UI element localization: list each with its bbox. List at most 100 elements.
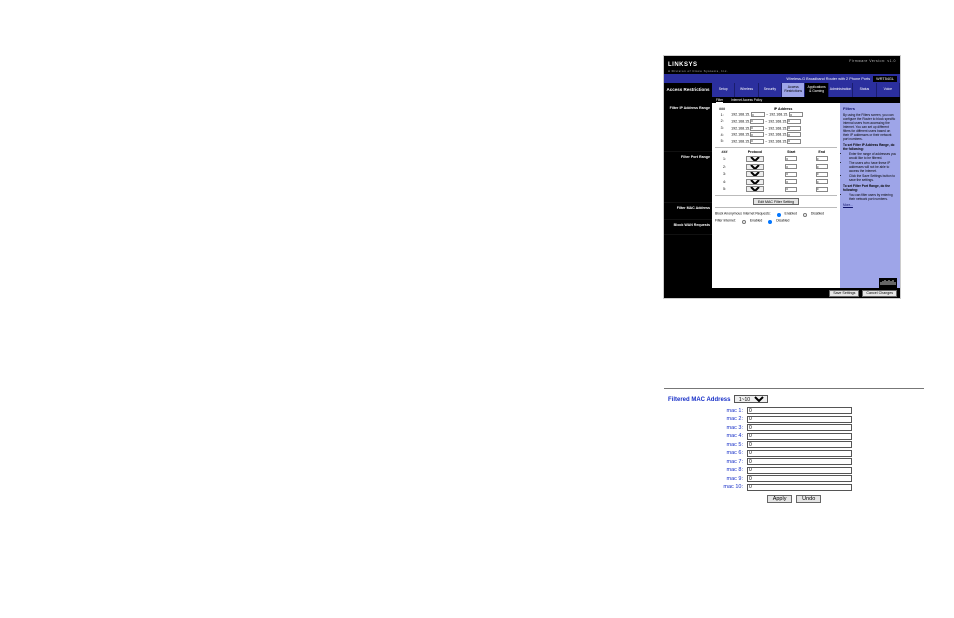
ip-end-input[interactable] [787,126,801,131]
list-item: Click the Save Settings button to save t… [849,174,897,182]
port-start-input[interactable] [785,172,797,177]
protocol-select[interactable]: TCP [746,179,764,185]
ip-end-input[interactable] [787,119,801,124]
label-block-wan: Block WAN Requests [664,220,712,235]
ip-start-input[interactable] [750,132,764,137]
mac-title-label: Filtered MAC Address [668,397,730,403]
ip-prefix: 192.168.15. [768,139,787,143]
ip-start-input[interactable] [750,126,764,131]
model-badge: WRT54GL [873,76,897,82]
ip-start-input[interactable] [750,119,764,124]
mac-input[interactable] [747,407,852,414]
port-start-input[interactable] [785,156,797,161]
section-labels: Filter IP Address Range Filter Port Rang… [664,103,712,288]
mac-label: mac 10: [668,484,747,490]
port-end-input[interactable] [816,156,828,161]
table-row: mac 3: [668,424,924,431]
table-row: 4: TCP [715,178,837,186]
table-row: 5: 192.168.15. ~ 192.168.15. [715,138,837,145]
port-end-input[interactable] [816,164,828,169]
table-row: mac 2: [668,416,924,423]
ip-start-input[interactable] [751,112,765,117]
subtab-policy[interactable]: Internet Access Policy [731,98,762,102]
ip-end-input[interactable] [789,112,803,117]
label-ip-range: Filter IP Address Range [664,103,712,152]
page-body: Filter IP Address Range Filter Port Rang… [664,103,900,288]
port-start-input[interactable] [785,164,797,169]
protocol-select[interactable]: TCP [746,186,764,192]
mac-input[interactable] [747,416,852,423]
mac-input[interactable] [747,475,852,482]
protocol-select[interactable]: TCP [746,164,764,170]
port-end-input[interactable] [816,179,828,184]
port-start-input[interactable] [785,179,797,184]
row-num: 1: [715,112,729,119]
table-row: mac 9: [668,475,924,482]
divider [715,195,837,196]
protocol-select[interactable]: TCP [746,171,764,177]
table-row: 3: TCP [715,170,837,178]
filter-internet-disabled-radio[interactable] [768,220,772,224]
port-start-input[interactable] [785,187,797,192]
undo-button[interactable]: Undo [796,495,821,503]
ip-end-input[interactable] [787,139,801,144]
port-end-input[interactable] [816,187,828,192]
main-panel: ### IP Address 1: 192.168.15. ~ 192.168.… [712,103,840,288]
mac-label: mac 1: [668,408,747,414]
tab-access-restrictions[interactable]: Access Restrictions [782,83,805,97]
table-row: mac 7: [668,458,924,465]
subtab-filter[interactable]: Filter [716,98,723,103]
port-filter-table: ### Protocol Start End 1: TCP 2: TCP [715,150,837,194]
brand-bar: LINKSYS A Division of Cisco Systems, Inc… [664,56,900,74]
mac-input[interactable] [747,484,852,491]
save-settings-button[interactable]: Save Settings [829,290,859,297]
ip-filter-table: ### IP Address 1: 192.168.15. ~ 192.168.… [715,106,837,145]
mac-input[interactable] [747,424,852,431]
footer-bar: Save Settings Cancel Changes [664,288,900,298]
row-num: 1: [715,155,734,163]
mac-rows: mac 1: mac 2: mac 3: mac 4: mac 5: mac 6… [664,407,924,491]
edit-mac-filter-button[interactable]: Edit MAC Filter Setting [753,198,799,205]
help-title: Filters [843,106,897,111]
ip-start-input[interactable] [750,139,764,144]
block-wan-disabled-radio[interactable] [803,213,807,217]
table-row: mac 4: [668,433,924,440]
tab-setup[interactable]: Setup [712,83,735,97]
block-wan-section: Block Anonymous Internet Requests: Enabl… [715,210,837,224]
mac-input[interactable] [747,458,852,465]
table-row: mac 5: [668,441,924,448]
apply-button[interactable]: Apply [767,495,793,503]
block-wan-enabled-radio[interactable] [777,213,781,217]
ip-prefix: 192.168.15. [768,119,787,123]
tab-applications-gaming[interactable]: Applications & Gaming [805,83,828,97]
cancel-changes-button[interactable]: Cancel Changes [862,290,897,297]
help-more-link[interactable]: More... [843,203,853,207]
enabled-label: Enabled [785,212,797,216]
table-row: 4: 192.168.15. ~ 192.168.15. [715,131,837,138]
mac-input[interactable] [747,467,852,474]
divider [715,147,837,148]
tab-administration[interactable]: Administration [829,83,853,97]
list-item: You can filter users by entering their n… [849,193,897,201]
mac-input[interactable] [747,450,852,457]
tab-status[interactable]: Status [853,83,876,97]
port-end-input[interactable] [816,172,828,177]
label-port-range: Filter Port Range [664,152,712,203]
row-num: 3: [715,125,729,132]
mac-input[interactable] [747,433,852,440]
help-section-port: To set Filter Port Range, do the followi… [843,184,897,192]
ip-end-input[interactable] [787,132,801,137]
mac-range-select[interactable]: 1~10 [734,395,768,403]
tab-voice[interactable]: Voice [877,83,900,97]
table-row: mac 8: [668,467,924,474]
tab-wireless[interactable]: Wireless [735,83,758,97]
tab-security[interactable]: Security [759,83,782,97]
filter-internet-enabled-radio[interactable] [742,220,746,224]
table-row: 1: TCP [715,155,837,163]
protocol-select[interactable]: TCP [746,156,764,162]
mac-buttons: Apply Undo [664,495,924,503]
ip-prefix: 192.168.15. [731,139,750,143]
mac-filter-title: Filtered MAC Address 1~10 [668,395,920,403]
main-tabs: Setup Wireless Security Access Restricti… [712,83,900,97]
mac-input[interactable] [747,441,852,448]
